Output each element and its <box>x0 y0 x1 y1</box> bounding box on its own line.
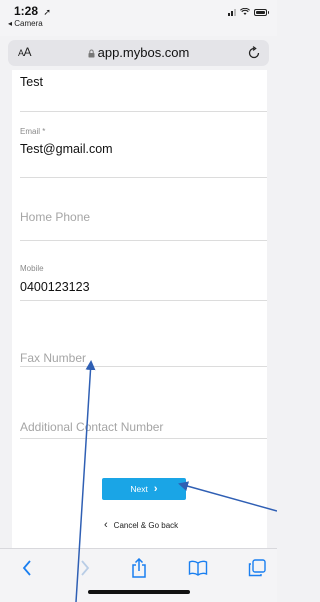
tabs-button[interactable] <box>244 557 270 579</box>
location-icon: ➚ <box>43 7 51 17</box>
contact-form: Test Email * Test@gmail.com Home Phone M… <box>12 70 267 548</box>
cancel-go-back-link[interactable]: ‹ Cancel & Go back <box>104 519 178 531</box>
chevron-right-icon: › <box>153 483 158 495</box>
url-text: app.mybos.com <box>97 45 190 60</box>
share-button[interactable] <box>126 557 152 579</box>
status-time: 1:28 ➚ <box>14 4 51 18</box>
email-value: Test@gmail.com <box>20 142 113 156</box>
additional-contact-field[interactable]: Additional Contact Number <box>20 367 267 439</box>
email-field[interactable]: Email * Test@gmail.com <box>20 112 267 178</box>
bookmarks-icon <box>188 560 208 576</box>
status-time-text: 1:28 <box>14 4 39 18</box>
additional-contact-placeholder: Additional Contact Number <box>20 420 164 434</box>
status-icons <box>228 8 269 16</box>
bookmarks-button[interactable] <box>185 557 211 579</box>
cancel-link-label: Cancel & Go back <box>113 520 179 530</box>
name-field[interactable]: Test <box>20 70 267 112</box>
mobile-value: 0400123123 <box>20 280 90 294</box>
mobile-field[interactable]: Mobile 0400123123 <box>20 241 267 301</box>
tabs-icon <box>248 559 266 577</box>
fax-placeholder: Fax Number <box>20 351 87 365</box>
name-field-value: Test <box>20 75 43 89</box>
cellular-signal-icon <box>228 8 236 16</box>
battery-icon <box>254 8 269 16</box>
forward-button[interactable] <box>72 557 98 579</box>
email-label: Email * <box>20 127 46 136</box>
back-icon <box>22 560 31 576</box>
wifi-icon <box>240 8 250 15</box>
url-display[interactable]: app.mybos.com <box>8 45 269 60</box>
back-to-camera-link[interactable]: ◂ Camera <box>8 19 43 28</box>
address-bar[interactable]: AA app.mybos.com <box>8 40 269 66</box>
reload-icon[interactable] <box>247 46 261 60</box>
mobile-label: Mobile <box>20 264 44 273</box>
status-bar: 1:28 ➚ ◂ Camera <box>0 0 277 36</box>
chevron-left-icon: ‹ <box>104 519 108 531</box>
home-phone-field[interactable]: Home Phone <box>20 178 267 241</box>
home-indicator <box>88 590 190 594</box>
lock-icon <box>88 49 95 58</box>
next-button[interactable]: Next › <box>102 478 186 500</box>
next-button-label: Next <box>130 484 148 494</box>
fax-field[interactable]: Fax Number <box>20 301 267 367</box>
share-icon <box>132 558 146 578</box>
forward-icon <box>81 560 90 576</box>
back-button[interactable] <box>14 557 40 579</box>
home-phone-placeholder: Home Phone <box>20 210 91 224</box>
